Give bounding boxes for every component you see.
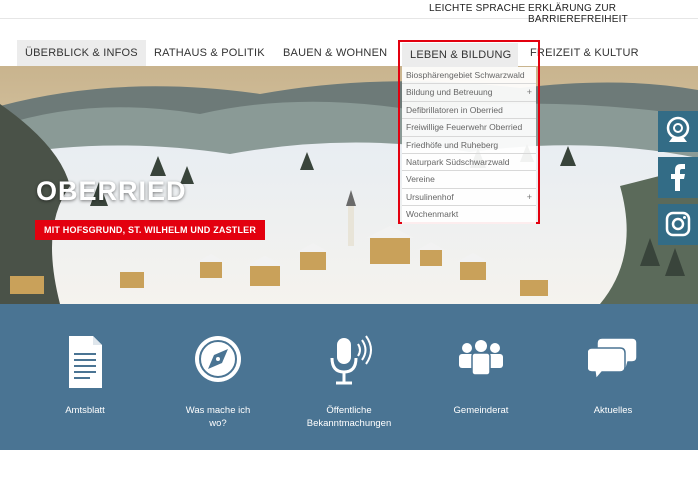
- quicklink-label: Amtsblatt: [65, 405, 105, 416]
- nav-item-ueberblick[interactable]: ÜBERBLICK & INFOS: [17, 40, 146, 66]
- quicklinks-band: Amtsblatt Was mache ich wo? Öffentliche …: [0, 304, 698, 450]
- compass-icon: [195, 336, 241, 382]
- microphone-icon: [330, 335, 372, 385]
- hero-title: OBERRIED: [36, 176, 187, 206]
- expand-plus-icon[interactable]: +: [527, 84, 532, 101]
- menu-item-biosphaere[interactable]: Biosphärengebiet Schwarzwald: [402, 67, 536, 85]
- quicklink-label: Aktuelles: [593, 405, 633, 416]
- quicklink-was-mache-ich-wo[interactable]: Was mache ich wo?: [158, 304, 278, 450]
- facebook-icon: [671, 164, 685, 191]
- quicklink-label: Was mache ich wo?: [185, 405, 251, 429]
- quicklink-amtsblatt[interactable]: Amtsblatt: [25, 304, 145, 450]
- link-leichte-sprache[interactable]: LEICHTE SPRACHE: [429, 3, 525, 14]
- menu-item-naturpark[interactable]: Naturpark Südschwarzwald: [402, 154, 536, 172]
- main-navigation: ÜBERBLICK & INFOS RATHAUS & POLITIK BAUE…: [0, 40, 698, 66]
- chat-bubbles-icon: [588, 337, 638, 381]
- quicklink-bekanntmachungen[interactable]: Öffentliche Bekanntmachungen: [289, 304, 409, 450]
- hero-image: OBERRIED MIT HOFSGRUND, ST. WILHELM UND …: [0, 66, 698, 304]
- instagram-button[interactable]: [658, 204, 698, 245]
- menu-item-defibrillatoren[interactable]: Defibrillatoren in Oberried: [402, 102, 536, 120]
- webcam-button[interactable]: [658, 111, 698, 152]
- menu-item-feuerwehr[interactable]: Freiwillige Feuerwehr Oberried: [402, 119, 536, 137]
- nav-item-leben-bildung[interactable]: LEBEN & BILDUNG: [402, 43, 518, 67]
- webcam-icon: [666, 116, 690, 142]
- document-icon: [69, 336, 102, 388]
- quicklink-aktuelles[interactable]: Aktuelles: [553, 304, 673, 450]
- nav-item-bauen[interactable]: BAUEN & WOHNEN: [275, 40, 395, 66]
- dropdown-menu-list: Biosphärengebiet Schwarzwald Bildung und…: [402, 67, 536, 224]
- expand-plus-icon[interactable]: +: [527, 189, 532, 206]
- quicklink-label: Gemeinderat: [453, 405, 509, 416]
- quicklink-label: Öffentliche Bekanntmachungen: [306, 405, 392, 429]
- nav-item-rathaus[interactable]: RATHAUS & POLITIK: [146, 40, 273, 66]
- top-utility-bar: LEICHTE SPRACHE ERKLÄRUNG ZUR BARRIEREFR…: [0, 0, 698, 25]
- dropdown-leben-bildung: LEBEN & BILDUNG Biosphärengebiet Schwarz…: [398, 40, 540, 224]
- facebook-button[interactable]: [658, 157, 698, 198]
- instagram-icon: [665, 211, 691, 237]
- link-barrierefreiheit[interactable]: ERKLÄRUNG ZUR BARRIEREFREIHEIT: [528, 3, 698, 25]
- quicklink-gemeinderat[interactable]: Gemeinderat: [421, 304, 541, 450]
- menu-item-wochenmarkt[interactable]: Wochenmarkt: [402, 206, 536, 223]
- group-icon: [459, 340, 503, 376]
- menu-item-bildung[interactable]: Bildung und Betreuung +: [402, 84, 536, 102]
- menu-item-friedhoefe[interactable]: Friedhöfe und Ruheberg: [402, 137, 536, 154]
- menu-item-vereine[interactable]: Vereine: [402, 171, 536, 189]
- nav-item-freizeit[interactable]: FREIZEIT & KULTUR: [522, 40, 647, 66]
- hero-subtitle-badge: MIT HOFSGRUND, ST. WILHELM UND ZASTLER: [35, 220, 266, 240]
- menu-item-ursulinenhof[interactable]: Ursulinenhof +: [402, 189, 536, 207]
